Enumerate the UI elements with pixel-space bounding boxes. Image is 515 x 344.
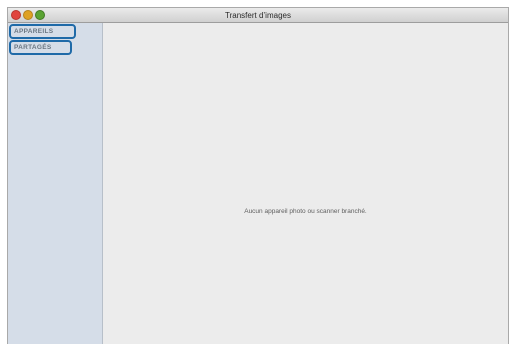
- sidebar: APPAREILS PARTAGÉS: [8, 23, 103, 344]
- window-title: Transfert d’images: [225, 11, 291, 20]
- main-content: Aucun appareil photo ou scanner branché.: [103, 23, 508, 344]
- title-bar[interactable]: Transfert d’images: [8, 8, 508, 23]
- empty-state-message: Aucun appareil photo ou scanner branché.: [244, 208, 367, 215]
- sidebar-section-shared[interactable]: PARTAGÉS: [9, 40, 72, 55]
- sidebar-section-devices[interactable]: APPAREILS: [9, 24, 76, 39]
- image-capture-window: Transfert d’images APPAREILS PARTAGÉS Au…: [7, 7, 509, 344]
